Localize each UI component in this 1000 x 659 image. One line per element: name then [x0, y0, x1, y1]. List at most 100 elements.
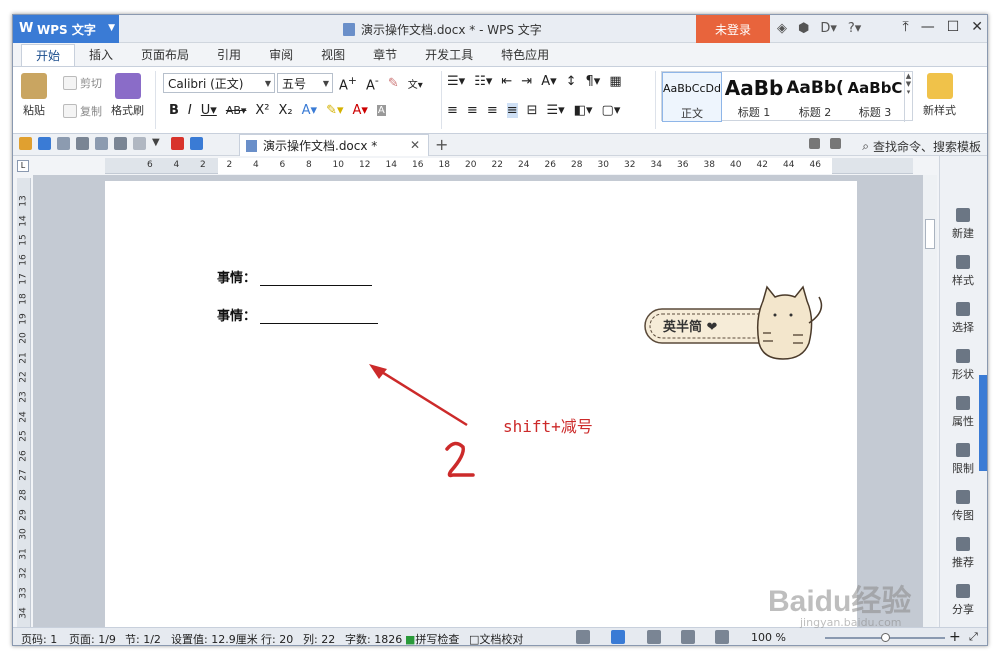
tab-6[interactable]: 章节 — [359, 44, 411, 66]
login-button[interactable]: 未登录 — [696, 15, 770, 43]
grow-font-icon[interactable]: A+ — [339, 74, 357, 93]
tab-8[interactable]: 特色应用 — [487, 44, 563, 66]
undo-icon[interactable] — [114, 137, 127, 150]
text-effect-icon[interactable]: A▾ — [302, 103, 317, 118]
wps-home-icon[interactable] — [171, 137, 184, 150]
new-tab-icon[interactable]: + — [435, 135, 448, 154]
search-command[interactable]: ⌕ 查找命令、搜索模板 — [862, 138, 981, 155]
horizontal-ruler[interactable]: 6 4 2 2 4 6 8 10 12 14 16 18 20 22 24 26 28 30 32 34 36 38 40 4… — [105, 158, 913, 174]
zoom-slider-knob[interactable] — [881, 633, 890, 642]
subscript-icon[interactable]: X₂ — [279, 103, 293, 118]
status-words[interactable]: 字数: 1826 — [345, 631, 402, 645]
settings-icon[interactable]: ⬢ — [798, 21, 809, 36]
decrease-indent-icon[interactable]: ⇤ — [501, 74, 512, 89]
pinyin-icon[interactable]: 文▾ — [408, 76, 423, 91]
chinese-layout-icon[interactable]: A▾ — [541, 74, 556, 89]
bullet-list-icon[interactable]: ☰▾ — [447, 74, 465, 89]
tab-5[interactable]: 视图 — [307, 44, 359, 66]
text-line-1[interactable]: 事情： — [217, 267, 373, 286]
cloud-icon[interactable] — [190, 137, 203, 150]
save-icon[interactable] — [38, 137, 51, 150]
vertical-ruler[interactable]: 13 14 15 16 17 18 19 20 21 22 23 24 25 26 27 28 29 30 31 32… — [17, 178, 31, 638]
text-line-2[interactable]: 事情： — [217, 305, 379, 324]
task-pane-item[interactable]: 传图 — [940, 490, 986, 523]
bold-icon[interactable]: B — [169, 103, 179, 118]
close-icon[interactable]: ✕ — [971, 19, 983, 35]
justify-icon[interactable]: ≡ — [506, 103, 518, 118]
font-name-combo[interactable]: Calibri (正文) ▼ — [163, 73, 275, 93]
increase-indent-icon[interactable]: ⇥ — [521, 74, 532, 89]
flag-icon[interactable] — [830, 138, 841, 149]
ruler-corner[interactable]: L — [17, 160, 29, 172]
distribute-icon[interactable]: ⊟ — [527, 103, 538, 118]
shrink-font-icon[interactable]: A- — [366, 74, 379, 93]
style-heading-2[interactable]: AaBb( 标题 2 — [786, 72, 844, 122]
paste-button[interactable]: 粘贴 — [21, 73, 47, 118]
char-shading-icon[interactable]: A — [376, 105, 386, 116]
underline-icon[interactable]: U▾ — [201, 103, 217, 118]
fullscreen-view-icon[interactable] — [576, 630, 590, 644]
tab-7[interactable]: 开发工具 — [411, 44, 487, 66]
style-normal[interactable]: AaBbCcDd 正文 — [662, 72, 722, 122]
font-size-combo[interactable]: 五号 ▼ — [277, 73, 333, 93]
skin-icon[interactable]: ◈ — [777, 21, 787, 36]
print-icon[interactable] — [76, 137, 89, 150]
restore-ribbon-icon[interactable]: ⤒ — [903, 19, 909, 35]
maximize-icon[interactable]: ☐ — [947, 19, 960, 35]
line-spacing-icon[interactable]: ☰▾ — [547, 103, 565, 118]
app-menu-button[interactable]: W WPS 文字 ▼ — [13, 15, 119, 43]
tab-2[interactable]: 页面布局 — [127, 44, 203, 66]
border-icon[interactable]: ▢▾ — [602, 103, 621, 118]
fit-window-icon[interactable]: ⤢ — [969, 630, 978, 644]
new-style-button[interactable]: 新样式 — [923, 73, 956, 118]
proofread-button[interactable]: □文档校对 — [469, 631, 523, 645]
status-pages[interactable]: 页面: 1/9 — [69, 631, 116, 645]
redo-icon[interactable] — [133, 137, 146, 150]
task-pane-item[interactable]: 新建 — [940, 208, 986, 241]
web-view-icon[interactable] — [681, 630, 695, 644]
spell-check-toggle[interactable]: ■拼写检查 — [405, 631, 459, 645]
status-page-num[interactable]: 页码: 1 — [21, 631, 57, 645]
strikethrough-icon[interactable]: AB▾ — [226, 104, 247, 117]
eye-protection-icon[interactable] — [715, 630, 729, 644]
copy-button[interactable]: 复制 — [63, 103, 102, 119]
style-heading-3[interactable]: AaBbC 标题 3 — [846, 72, 904, 122]
zoom-value[interactable]: 100 % — [751, 631, 786, 644]
format-painter-button[interactable]: 格式刷 — [111, 73, 144, 118]
task-pane-toggle[interactable] — [979, 375, 987, 471]
italic-icon[interactable]: I — [188, 103, 192, 118]
help-icon[interactable]: ?▾ — [848, 21, 861, 36]
scroll-thumb[interactable] — [925, 219, 935, 249]
comment-icon[interactable] — [809, 138, 820, 149]
print-preview-icon[interactable] — [95, 137, 108, 150]
minimize-icon[interactable]: — — [921, 19, 935, 35]
zoom-slider[interactable] — [825, 633, 945, 642]
export-pdf-icon[interactable] — [57, 137, 70, 150]
tab-4[interactable]: 审阅 — [255, 44, 307, 66]
chevron-down-icon[interactable]: ▼ — [152, 137, 165, 150]
numbered-list-icon[interactable]: ☷▾ — [474, 74, 492, 89]
tab-1[interactable]: 插入 — [75, 44, 127, 66]
styles-scroll[interactable]: ▲ ▼ ▾ — [904, 72, 912, 122]
close-tab-icon[interactable]: ✕ — [410, 138, 420, 152]
page-view-icon[interactable] — [611, 630, 625, 644]
task-pane-item[interactable]: 样式 — [940, 255, 986, 288]
table-icon[interactable]: ▦ — [609, 74, 621, 89]
outline-view-icon[interactable] — [647, 630, 661, 644]
tab-3[interactable]: 引用 — [203, 44, 255, 66]
sort-icon[interactable]: ↕ — [566, 74, 577, 89]
highlight-icon[interactable]: ✎▾ — [326, 103, 343, 118]
task-pane-item[interactable]: 选择 — [940, 302, 986, 335]
font-color-icon[interactable]: A▾ — [353, 103, 368, 118]
align-right-icon[interactable]: ≡ — [487, 103, 498, 118]
tab-0[interactable]: 开始 — [21, 44, 76, 66]
feedback-icon[interactable]: D▾ — [820, 21, 837, 36]
superscript-icon[interactable]: X² — [255, 103, 269, 118]
show-marks-icon[interactable]: ¶▾ — [586, 74, 601, 89]
cut-button[interactable]: 剪切 — [63, 75, 102, 91]
align-center-icon[interactable]: ≡ — [467, 103, 478, 118]
style-heading-1[interactable]: AaBb 标题 1 — [724, 72, 784, 122]
align-left-icon[interactable]: ≡ — [447, 103, 458, 118]
clear-format-icon[interactable]: ✎ — [388, 76, 399, 91]
open-icon[interactable] — [19, 137, 32, 150]
